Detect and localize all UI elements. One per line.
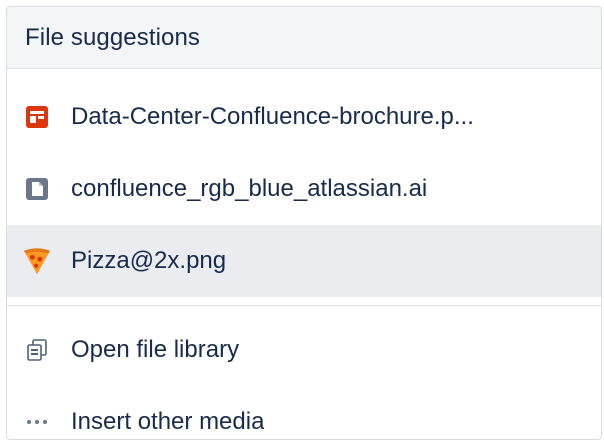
insert-other-media-button[interactable]: Insert other media bbox=[7, 386, 601, 439]
file-suggestions-dropdown: File suggestions Data-Center-Confluence-… bbox=[6, 6, 602, 440]
presentation-file-icon bbox=[23, 103, 51, 131]
action-list: Open file library Insert other media bbox=[7, 314, 601, 439]
file-library-icon bbox=[23, 336, 51, 364]
more-dots-icon bbox=[23, 408, 51, 436]
dropdown-header: File suggestions bbox=[7, 7, 601, 69]
open-file-library-label: Open file library bbox=[71, 336, 240, 363]
file-item-label: Data-Center-Confluence-brochure.p... bbox=[71, 103, 474, 130]
file-item-atlassian-ai[interactable]: confluence_rgb_blue_atlassian.ai bbox=[7, 153, 601, 225]
file-suggestion-list: Data-Center-Confluence-brochure.p... con… bbox=[7, 69, 601, 297]
generic-file-icon bbox=[23, 175, 51, 203]
file-item-label: confluence_rgb_blue_atlassian.ai bbox=[71, 175, 428, 202]
file-item-label: Pizza@2x.png bbox=[71, 247, 227, 274]
header-title: File suggestions bbox=[25, 23, 201, 51]
divider bbox=[7, 305, 601, 306]
pizza-image-icon bbox=[23, 247, 51, 275]
file-item-pizza[interactable]: Pizza@2x.png bbox=[7, 225, 601, 297]
open-file-library-button[interactable]: Open file library bbox=[7, 314, 601, 386]
insert-other-media-label: Insert other media bbox=[71, 408, 265, 435]
file-item-brochure[interactable]: Data-Center-Confluence-brochure.p... bbox=[7, 81, 601, 153]
